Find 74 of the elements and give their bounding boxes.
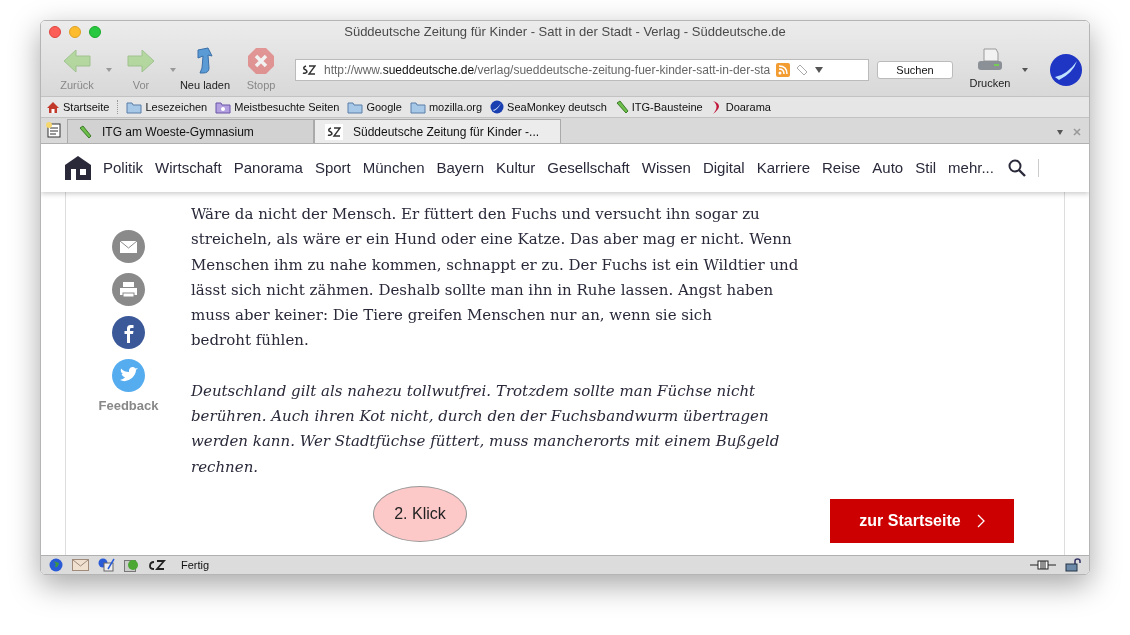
nav-link[interactable]: Stil (915, 156, 937, 180)
annotation-bubble: 2. Klick (373, 485, 467, 542)
seamonkey-icon (490, 100, 505, 114)
mail-icon[interactable] (72, 559, 89, 571)
stop-icon (247, 47, 275, 76)
feedback-link[interactable]: Feedback (98, 396, 159, 416)
folder-icon (126, 100, 143, 114)
facebook-icon[interactable] (112, 316, 145, 349)
bookmark-item[interactable]: Lesezeichen (126, 98, 208, 116)
nav-link[interactable]: Wissen (641, 156, 691, 180)
nav-link[interactable]: Wirtschaft (155, 156, 222, 180)
nav-link[interactable]: Politik (103, 156, 143, 180)
bookmark-item[interactable]: Startseite (46, 98, 110, 116)
url-text: http://www.sueddeutsche.de/verlag/sueddeutsche-zeitung-fuer-kinder-satt-in-der-sta (324, 61, 771, 79)
bookmark-item[interactable]: Meistbesuchte Seiten (215, 98, 340, 116)
close-window-button[interactable] (49, 26, 61, 38)
window-title: Süddeutsche Zeitung für Kinder - Satt in der Stadt - Verlag - Süddeutsche.de (344, 23, 786, 42)
right-arrow-icon (126, 48, 156, 75)
dropdown-arrow-icon[interactable] (814, 65, 825, 74)
chevron-right-icon (976, 514, 985, 528)
nav-link[interactable]: Digital (702, 156, 745, 180)
bookmark-item[interactable]: Doarama (710, 98, 771, 116)
puzzle-icon[interactable] (124, 558, 139, 572)
bookmark-item[interactable]: mozilla.org (409, 98, 483, 116)
dropdown-arrow-icon[interactable] (1021, 66, 1029, 73)
search-icon[interactable] (1007, 159, 1026, 177)
house-icon (46, 100, 60, 114)
status-text: Fertig (181, 557, 210, 573)
dropdown-arrow-icon[interactable] (1057, 129, 1063, 135)
bookmark-item[interactable]: ITG-Bausteine (614, 98, 703, 116)
globe-icon[interactable] (49, 558, 63, 572)
pin-icon (614, 100, 629, 114)
nav-link[interactable]: Sport (314, 156, 351, 180)
folder-icon (347, 100, 364, 114)
rss-icon[interactable] (776, 62, 791, 77)
unlocked-padlock-icon (1065, 558, 1081, 572)
browser-tab[interactable]: Süddeutsche Zeitung für Kinder -... (314, 119, 561, 143)
cookie-icon[interactable] (148, 559, 166, 571)
home-page-button[interactable]: zur Startseite (830, 499, 1014, 543)
left-arrow-icon (62, 48, 92, 75)
nav-link[interactable]: Bayern (436, 156, 485, 180)
folder-icon (409, 100, 426, 114)
nav-link[interactable]: Panorama (233, 156, 303, 180)
search-button[interactable]: Suchen (877, 60, 953, 79)
mail-icon[interactable] (112, 230, 145, 263)
nav-link[interactable]: Reise (822, 156, 861, 180)
nav-link[interactable]: Kultur (496, 156, 536, 180)
compose-icon[interactable] (98, 558, 115, 572)
tag-icon[interactable] (796, 63, 809, 76)
nav-link[interactable]: Auto (872, 156, 904, 180)
minimize-window-button[interactable] (69, 26, 81, 38)
maximize-window-button[interactable] (89, 26, 101, 38)
article-paragraph: Deutschland gilt als nahezu tollwutfrei. Trotzdem sollte man Füchse nicht berühren. Auch ihren Kot nicht, durch den der Fuchsbandwurm übertragen werden kann. Wer Stadtfüchse füttert, muss mancherorts mit einem Bußgeld rechnen. (191, 380, 781, 478)
close-icon[interactable] (1073, 128, 1081, 136)
notes-icon[interactable] (45, 121, 63, 139)
connection-icon (1030, 560, 1056, 570)
sz-logo-icon (325, 123, 343, 140)
toolbar-button[interactable]: Neu laden (177, 45, 233, 94)
folder-icon (215, 100, 232, 114)
nav-link[interactable]: Gesellschaft (547, 156, 630, 180)
article-paragraph: Wäre da nicht der Mensch. Er füttert den Fuchs und versucht ihn sogar zu streicheln, als wäre er ein Hund oder eine Katze. Das aber mag er nicht. Wenn Menschen ihm zu nahe kommen, schnappt er zu. Der Fuchs ist ein Wildtier und lässt sich nicht zähmen. Deshalb sollte man ihn in Ruhe lassen. Angst haben muss aber keiner: Die Tiere greifen Menschen nur an, wenn sie sich bedroht fühlen. (191, 204, 799, 352)
printer-icon[interactable] (112, 273, 145, 306)
nav-link[interactable]: Karriere (756, 156, 810, 180)
url-field[interactable]: http://www.sueddeutsche.de/verlag/sueddeutsche-zeitung-fuer-kinder-satt-in-der-sta (295, 58, 869, 81)
seamonkey-logo-icon[interactable] (1049, 52, 1083, 87)
house-icon[interactable] (65, 156, 91, 180)
print-button[interactable]: Drucken (965, 47, 1015, 92)
bookmark-item[interactable]: SeaMonkey deutsch (490, 98, 607, 116)
bookmark-item[interactable]: Google (347, 98, 402, 116)
pin-icon (78, 124, 92, 139)
twitter-icon[interactable] (112, 359, 145, 392)
browser-tab[interactable]: ITG am Woeste-Gymnasium (67, 119, 314, 143)
nav-link[interactable]: mehr... (948, 156, 994, 180)
nav-link[interactable]: München (362, 156, 425, 180)
